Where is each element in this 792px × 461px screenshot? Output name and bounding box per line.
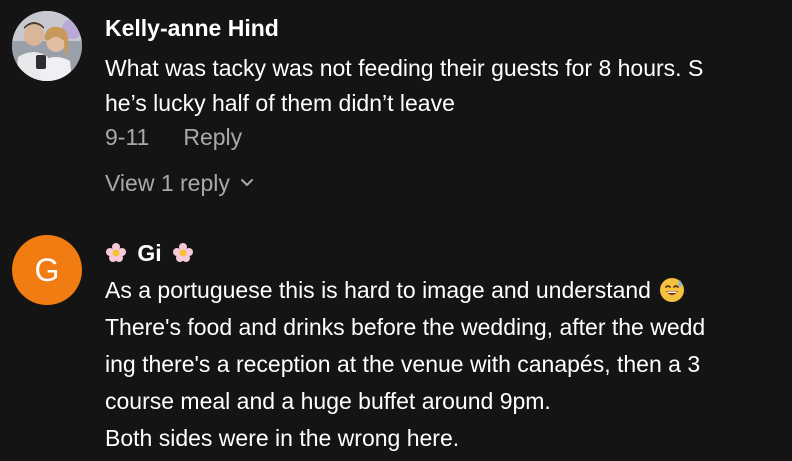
comment-text-line-with-emoji: As a portuguese this is hard to image an… <box>105 277 685 304</box>
profile-photo-icon <box>12 11 82 81</box>
avatar[interactable]: G <box>12 235 82 305</box>
comment-text-line: course meal and a huge buffet around 9pm… <box>105 388 551 414</box>
comment-author[interactable]: Kelly-anne Hind <box>105 15 279 42</box>
comment-text-line: he’s lucky half of them didn’t leave <box>105 90 455 116</box>
comment-date: 9-11 <box>105 124 150 150</box>
comment-text-line: ing there's a reception at the venue wit… <box>105 351 701 377</box>
comment-author-row[interactable]: Gi <box>105 240 194 267</box>
flower-emoji-icon <box>106 242 126 262</box>
flower-emoji-icon <box>173 242 194 262</box>
comment-text-line: There's food and drinks before the weddi… <box>105 314 706 340</box>
sweat-smile-emoji-icon <box>659 277 684 302</box>
view-replies-button[interactable]: View 1 reply <box>105 170 254 197</box>
reply-button[interactable]: Reply <box>183 124 242 150</box>
comment-text-line: Both sides were in the wrong here. <box>105 425 460 451</box>
chevron-down-icon <box>240 179 253 187</box>
view-replies-label: View 1 reply <box>105 170 230 196</box>
comment-meta: 9-11 Reply <box>105 124 242 151</box>
avatar[interactable] <box>12 11 82 81</box>
comment-text-line: What was tacky was not feeding their gue… <box>105 55 704 81</box>
comment-text-line: As a portuguese this is hard to image an… <box>105 277 651 303</box>
comment-author: Gi <box>137 240 162 266</box>
